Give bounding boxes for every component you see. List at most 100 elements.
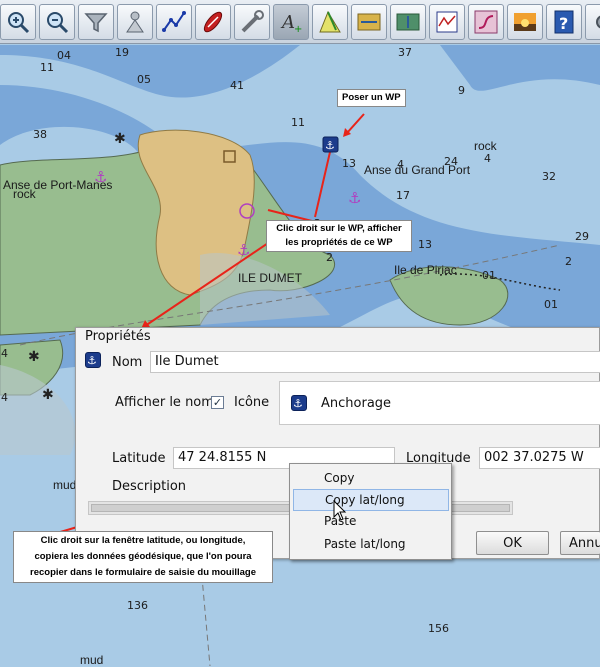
callout-poser-text: Poser un WP	[342, 92, 401, 103]
dialog-title: Propriétés	[85, 329, 151, 344]
scroll-horizontal-button[interactable]	[351, 3, 387, 40]
tide-chart-icon	[436, 11, 458, 32]
depth-sounding: 41	[230, 79, 244, 92]
svg-text:⚓: ⚓	[325, 139, 335, 152]
icon-label: Icône	[234, 395, 270, 410]
svg-text:⚓: ⚓	[348, 189, 361, 207]
svg-text:⚓: ⚓	[293, 397, 303, 410]
layers-button[interactable]	[312, 3, 348, 40]
callout-bottom-line2: copiera les données géodésique, que l'on…	[34, 551, 252, 562]
svg-text:✱: ✱	[42, 387, 54, 403]
icon-value: Anchorage	[321, 396, 392, 411]
depth-sounding: 32	[542, 170, 556, 183]
svg-text:?: ?	[559, 14, 568, 33]
depth-sounding: 4	[1, 347, 8, 360]
depth-sounding: 11	[291, 116, 305, 129]
settings-button[interactable]	[585, 3, 600, 40]
callout-clic-wp: Clic droit sur le WP, afficher les propr…	[266, 220, 412, 252]
callout-latlong-copy: Clic droit sur la fenêtre latitude, ou l…	[13, 531, 273, 583]
depth-sounding: 156	[428, 622, 449, 635]
depth-sounding: 37	[398, 46, 412, 59]
route-icon	[162, 10, 186, 32]
depth-sounding: 11	[40, 61, 54, 74]
filter-button[interactable]	[78, 3, 114, 40]
menu-item-copy-lat-long[interactable]: Copy lat/long	[293, 489, 449, 511]
scroll-horizontal-icon	[357, 13, 381, 30]
depth-sounding: 05	[137, 73, 151, 86]
menu-item-copy[interactable]: Copy	[293, 468, 449, 490]
depth-sounding: 2	[565, 255, 572, 268]
person-icon	[126, 11, 144, 32]
callout-bottom-line3: recopier dans le formulaire de saisie du…	[30, 567, 256, 578]
callout-bottom-line1: Clic droit sur la fenêtre latitude, ou l…	[40, 535, 246, 546]
zoom-out-icon	[47, 11, 69, 33]
svg-text:A: A	[280, 12, 295, 33]
waypoint-anchor-icon: ⚓	[85, 352, 101, 368]
longitude-field[interactable]: 002 37.0275 W	[479, 447, 600, 469]
depth-sounding: 17	[396, 189, 410, 202]
place-name: rock	[474, 139, 497, 153]
toolbar: A + ?	[0, 0, 600, 44]
menu-item-paste[interactable]: Paste	[293, 511, 449, 533]
show-name-label: Afficher le nom	[115, 395, 214, 410]
track-button[interactable]	[468, 3, 504, 40]
callout-clic-wp-line1: Clic droit sur le WP, afficher	[276, 223, 402, 234]
zoom-in-icon	[8, 11, 30, 33]
depth-sounding: 04	[57, 49, 71, 62]
cancel-button[interactable]: Annu	[560, 531, 600, 555]
name-label: Nom	[112, 355, 143, 370]
layers-icon	[319, 10, 341, 32]
latitude-label: Latitude	[112, 451, 166, 466]
settings-icon	[596, 15, 600, 28]
sunset-button[interactable]	[507, 3, 543, 40]
place-name: ILE DUMET	[238, 271, 303, 285]
svg-text:✱: ✱	[114, 131, 126, 147]
svg-text:✱: ✱	[28, 349, 40, 365]
menu-item-paste-lat-long[interactable]: Paste lat/long	[293, 534, 449, 556]
ok-button[interactable]: OK	[476, 531, 549, 555]
depth-sounding: 29	[575, 230, 589, 243]
track-icon	[474, 10, 498, 33]
callout-poser-wp: Poser un WP	[337, 89, 406, 107]
anchorage-icon: ⚓	[291, 395, 307, 411]
sunset-icon	[514, 12, 536, 31]
scroll-vertical-button[interactable]	[390, 3, 426, 40]
depth-sounding: 13	[418, 238, 432, 251]
depth-sounding: 9	[458, 84, 465, 97]
description-label: Description	[112, 479, 187, 494]
measure-button[interactable]	[234, 3, 270, 40]
zoom-in-button[interactable]	[0, 3, 36, 40]
callout-clic-wp-line2: les propriétés de ce WP	[285, 237, 393, 248]
depth-sounding: 38	[33, 128, 47, 141]
scroll-vertical-icon	[396, 13, 420, 30]
measure-icon	[241, 9, 264, 32]
depth-sounding: 136	[127, 599, 148, 612]
depth-sounding: 19	[115, 46, 129, 59]
show-name-checkbox[interactable]: ✓	[211, 396, 224, 409]
svg-text:⚓: ⚓	[87, 354, 97, 367]
place-name: rock	[13, 187, 36, 201]
depth-sounding: 13	[342, 157, 356, 170]
depth-sounding: 01	[482, 269, 496, 282]
depth-sounding: 01	[544, 298, 558, 311]
text-annotation-icon: A +	[280, 12, 302, 35]
mouse-cursor-icon	[333, 500, 347, 521]
place-name: Ile de Piriac	[394, 263, 457, 277]
place-name: mud	[80, 653, 104, 667]
depth-sounding: 2	[326, 251, 333, 264]
boat-icon	[203, 11, 223, 32]
name-field[interactable]: Ile Dumet	[150, 351, 600, 373]
depth-sounding: 4	[1, 391, 8, 404]
place-name: mud	[53, 478, 77, 492]
text-annotation-button[interactable]: A +	[273, 3, 309, 40]
help-icon: ?	[554, 10, 574, 33]
tide-chart-button[interactable]	[429, 3, 465, 40]
boat-button[interactable]	[195, 3, 231, 40]
zoom-out-button[interactable]	[39, 3, 75, 40]
place-name: Anse du Grand Port	[364, 163, 471, 177]
icon-selector[interactable]: ⚓ Anchorage	[279, 381, 600, 425]
help-button[interactable]: ?	[546, 3, 582, 40]
route-button[interactable]	[156, 3, 192, 40]
depth-sounding: 4	[484, 152, 491, 165]
person-button[interactable]	[117, 3, 153, 40]
